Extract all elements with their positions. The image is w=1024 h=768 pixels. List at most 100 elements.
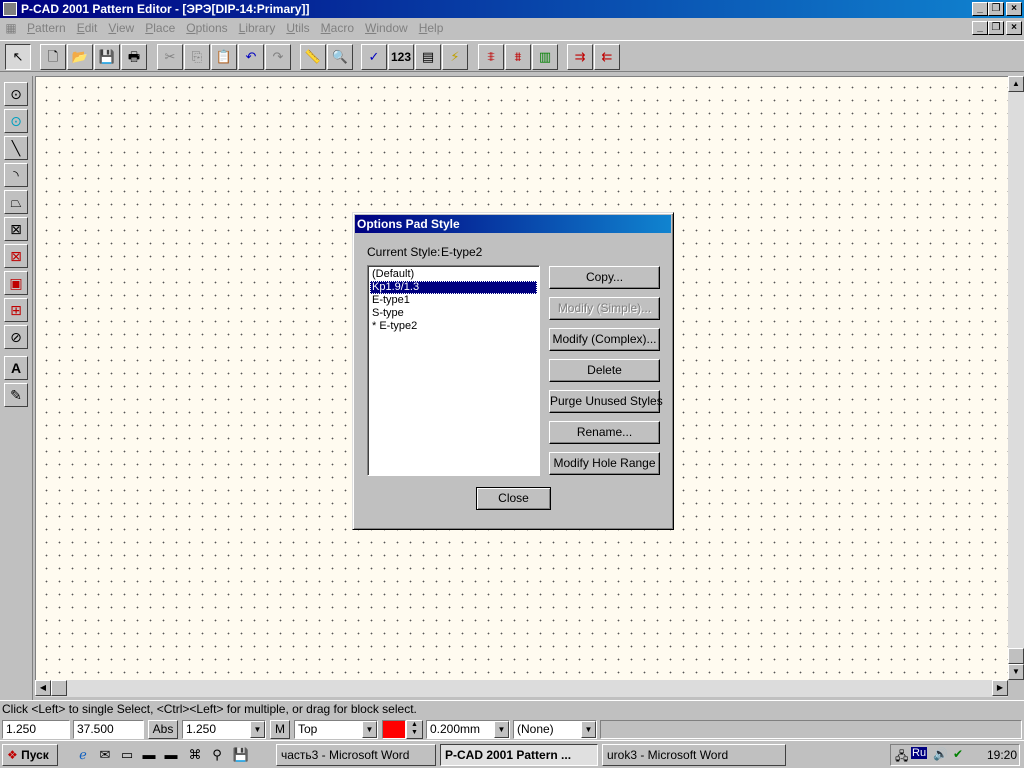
chevron-down-icon[interactable]: ▼ bbox=[362, 721, 377, 738]
horizontal-scrollbar[interactable]: ◀ ▶ bbox=[35, 680, 1008, 697]
units-button[interactable]: M bbox=[270, 720, 290, 739]
purge-unused-styles-button[interactable]: Purge Unused Styles bbox=[549, 390, 663, 413]
doc-restore-button[interactable]: ❐ bbox=[988, 21, 1004, 35]
modify-complex-button[interactable]: Modify (Complex)... bbox=[549, 328, 660, 351]
grid-select[interactable]: 1.250 ▼ bbox=[182, 720, 266, 739]
menu-help[interactable]: Help bbox=[414, 18, 450, 38]
menu-window[interactable]: Window bbox=[360, 18, 414, 38]
new-file-icon[interactable]: 🗋 bbox=[40, 44, 66, 70]
internet-explorer-icon[interactable]: ℯ bbox=[74, 747, 92, 763]
tray-network-icon[interactable]: 🖧 bbox=[895, 747, 908, 768]
chevron-down-icon[interactable]: ▼ bbox=[494, 721, 509, 738]
menu-edit[interactable]: Edit bbox=[72, 18, 104, 38]
chevron-down-icon[interactable]: ▼ bbox=[581, 721, 596, 738]
task-word-chast3[interactable]: часть3 - Microsoft Word bbox=[276, 744, 436, 766]
modify-hole-range-button[interactable]: Modify Hole Range bbox=[549, 452, 660, 475]
mirror-left-icon[interactable]: ⇇ bbox=[594, 44, 620, 70]
network-icon[interactable]: ⌘ bbox=[186, 747, 204, 763]
place-copper-icon[interactable]: ⊠ bbox=[4, 244, 28, 268]
place-keepout-icon[interactable]: ⊠ bbox=[4, 217, 28, 241]
layer-spinner[interactable]: ▲ ▼ bbox=[406, 720, 423, 739]
tray-volume-icon[interactable]: 🔊 bbox=[933, 747, 948, 761]
list-item[interactable]: E-type1 bbox=[370, 294, 537, 307]
menu-place[interactable]: Place bbox=[140, 18, 181, 38]
floppy-icon[interactable]: 💾 bbox=[232, 747, 250, 763]
place-cutout-icon[interactable]: ⊘ bbox=[4, 325, 28, 349]
place-attribute-icon[interactable]: ✎ bbox=[4, 383, 28, 407]
document-icon[interactable]: ▦ bbox=[4, 21, 18, 35]
outlook-icon[interactable]: ✉ bbox=[96, 747, 114, 763]
copy-style-button[interactable]: Copy... bbox=[549, 266, 660, 289]
list-item[interactable]: S-type bbox=[370, 307, 537, 320]
doc-close-button[interactable]: × bbox=[1006, 21, 1022, 35]
restore-button[interactable]: ❐ bbox=[988, 2, 1004, 16]
scroll-right-icon[interactable]: ▶ bbox=[992, 680, 1008, 696]
scroll-down-icon[interactable]: ▼ bbox=[1008, 664, 1024, 680]
drive-icon[interactable]: ▬ bbox=[140, 747, 158, 763]
layer-select[interactable]: Top ▼ bbox=[294, 720, 378, 739]
component-icon[interactable]: ▥ bbox=[532, 44, 558, 70]
tray-app-icon[interactable]: ✔ bbox=[953, 747, 963, 761]
vertical-scroll-thumb[interactable] bbox=[1008, 648, 1024, 664]
language-indicator[interactable]: Ru bbox=[911, 747, 928, 759]
y-coordinate-field[interactable]: 37.500 bbox=[73, 720, 144, 739]
open-folder-icon[interactable]: 📂 bbox=[67, 44, 93, 70]
check-icon[interactable]: ✓ bbox=[361, 44, 387, 70]
menu-pattern[interactable]: Pattern bbox=[22, 18, 72, 38]
scroll-left-icon[interactable]: ◀ bbox=[35, 680, 51, 696]
minimize-button[interactable]: _ bbox=[972, 2, 988, 16]
mirror-right-icon[interactable]: ⇉ bbox=[567, 44, 593, 70]
select-arrow-icon[interactable]: ↖ bbox=[5, 44, 31, 70]
place-via-icon[interactable]: ⊙ bbox=[4, 109, 28, 133]
zoom-icon[interactable]: 🔍 bbox=[327, 44, 353, 70]
place-line-icon[interactable]: ╲ bbox=[4, 136, 28, 160]
line-width-select[interactable]: 0.200mm ▼ bbox=[426, 720, 510, 739]
x-coordinate-field[interactable]: 1.250 bbox=[2, 720, 70, 739]
print-icon[interactable]: 🖶 bbox=[121, 44, 147, 70]
undo-icon[interactable]: ↶ bbox=[238, 44, 264, 70]
paste-icon[interactable]: 📋 bbox=[211, 44, 237, 70]
copy-icon[interactable]: ⎘ bbox=[184, 44, 210, 70]
app-icon[interactable] bbox=[3, 2, 17, 16]
place-plane-icon[interactable]: ⊞ bbox=[4, 298, 28, 322]
lightning-icon[interactable]: ⚡ bbox=[442, 44, 468, 70]
list-item[interactable]: (Default) bbox=[370, 268, 537, 281]
close-button[interactable]: × bbox=[1006, 2, 1022, 16]
place-arc-icon[interactable]: ◝ bbox=[4, 163, 28, 187]
dialog-close-button[interactable]: Close bbox=[476, 487, 551, 510]
desktop-icon[interactable]: ▭ bbox=[118, 747, 136, 763]
scroll-up-icon[interactable]: ▲ bbox=[1008, 76, 1024, 92]
redo-icon[interactable]: ↷ bbox=[265, 44, 291, 70]
cut-icon[interactable]: ✂ bbox=[157, 44, 183, 70]
horizontal-scroll-thumb[interactable] bbox=[51, 680, 67, 696]
save-icon[interactable]: 💾 bbox=[94, 44, 120, 70]
menu-utils[interactable]: Utils bbox=[281, 18, 315, 38]
task-pcad[interactable]: P-CAD 2001 Pattern ... bbox=[440, 744, 598, 766]
abs-button[interactable]: Abs bbox=[148, 720, 178, 739]
drive2-icon[interactable]: ▬ bbox=[162, 747, 180, 763]
rename-style-button[interactable]: Rename... bbox=[549, 421, 660, 444]
menu-options[interactable]: Options bbox=[181, 18, 233, 38]
modify-simple-button[interactable]: Modify (Simple)... bbox=[549, 297, 660, 320]
place-polygon-icon[interactable]: ⏢ bbox=[4, 190, 28, 214]
renumber-button[interactable]: 123 bbox=[388, 44, 414, 70]
list-item[interactable]: * E-type2 bbox=[370, 320, 537, 333]
pad-bottom-icon[interactable]: ⩩ bbox=[505, 44, 531, 70]
chevron-down-icon[interactable]: ▼ bbox=[250, 721, 265, 738]
place-text-icon[interactable]: A bbox=[4, 356, 28, 380]
pad-top-icon[interactable]: ⩨ bbox=[478, 44, 504, 70]
doc-minimize-button[interactable]: _ bbox=[972, 21, 988, 35]
list-item-selected[interactable]: Kp1.9/1.3 bbox=[370, 281, 537, 294]
menu-library[interactable]: Library bbox=[234, 18, 282, 38]
menu-macro[interactable]: Macro bbox=[316, 18, 360, 38]
start-button[interactable]: ❖ Пуск bbox=[2, 744, 58, 766]
ruler-icon[interactable]: 📏 bbox=[300, 44, 326, 70]
search-icon[interactable]: ⚲ bbox=[208, 747, 226, 763]
menu-view[interactable]: View bbox=[103, 18, 140, 38]
delete-style-button[interactable]: Delete bbox=[549, 359, 660, 382]
netlist-icon[interactable]: ▤ bbox=[415, 44, 441, 70]
place-pour-icon[interactable]: ▣ bbox=[4, 271, 28, 295]
task-word-urok3[interactable]: urok3 - Microsoft Word bbox=[602, 744, 786, 766]
layer-color-swatch[interactable] bbox=[382, 720, 406, 739]
pad-style-list[interactable]: (Default) Kp1.9/1.3 E-type1 S-type * E-t… bbox=[367, 265, 540, 476]
